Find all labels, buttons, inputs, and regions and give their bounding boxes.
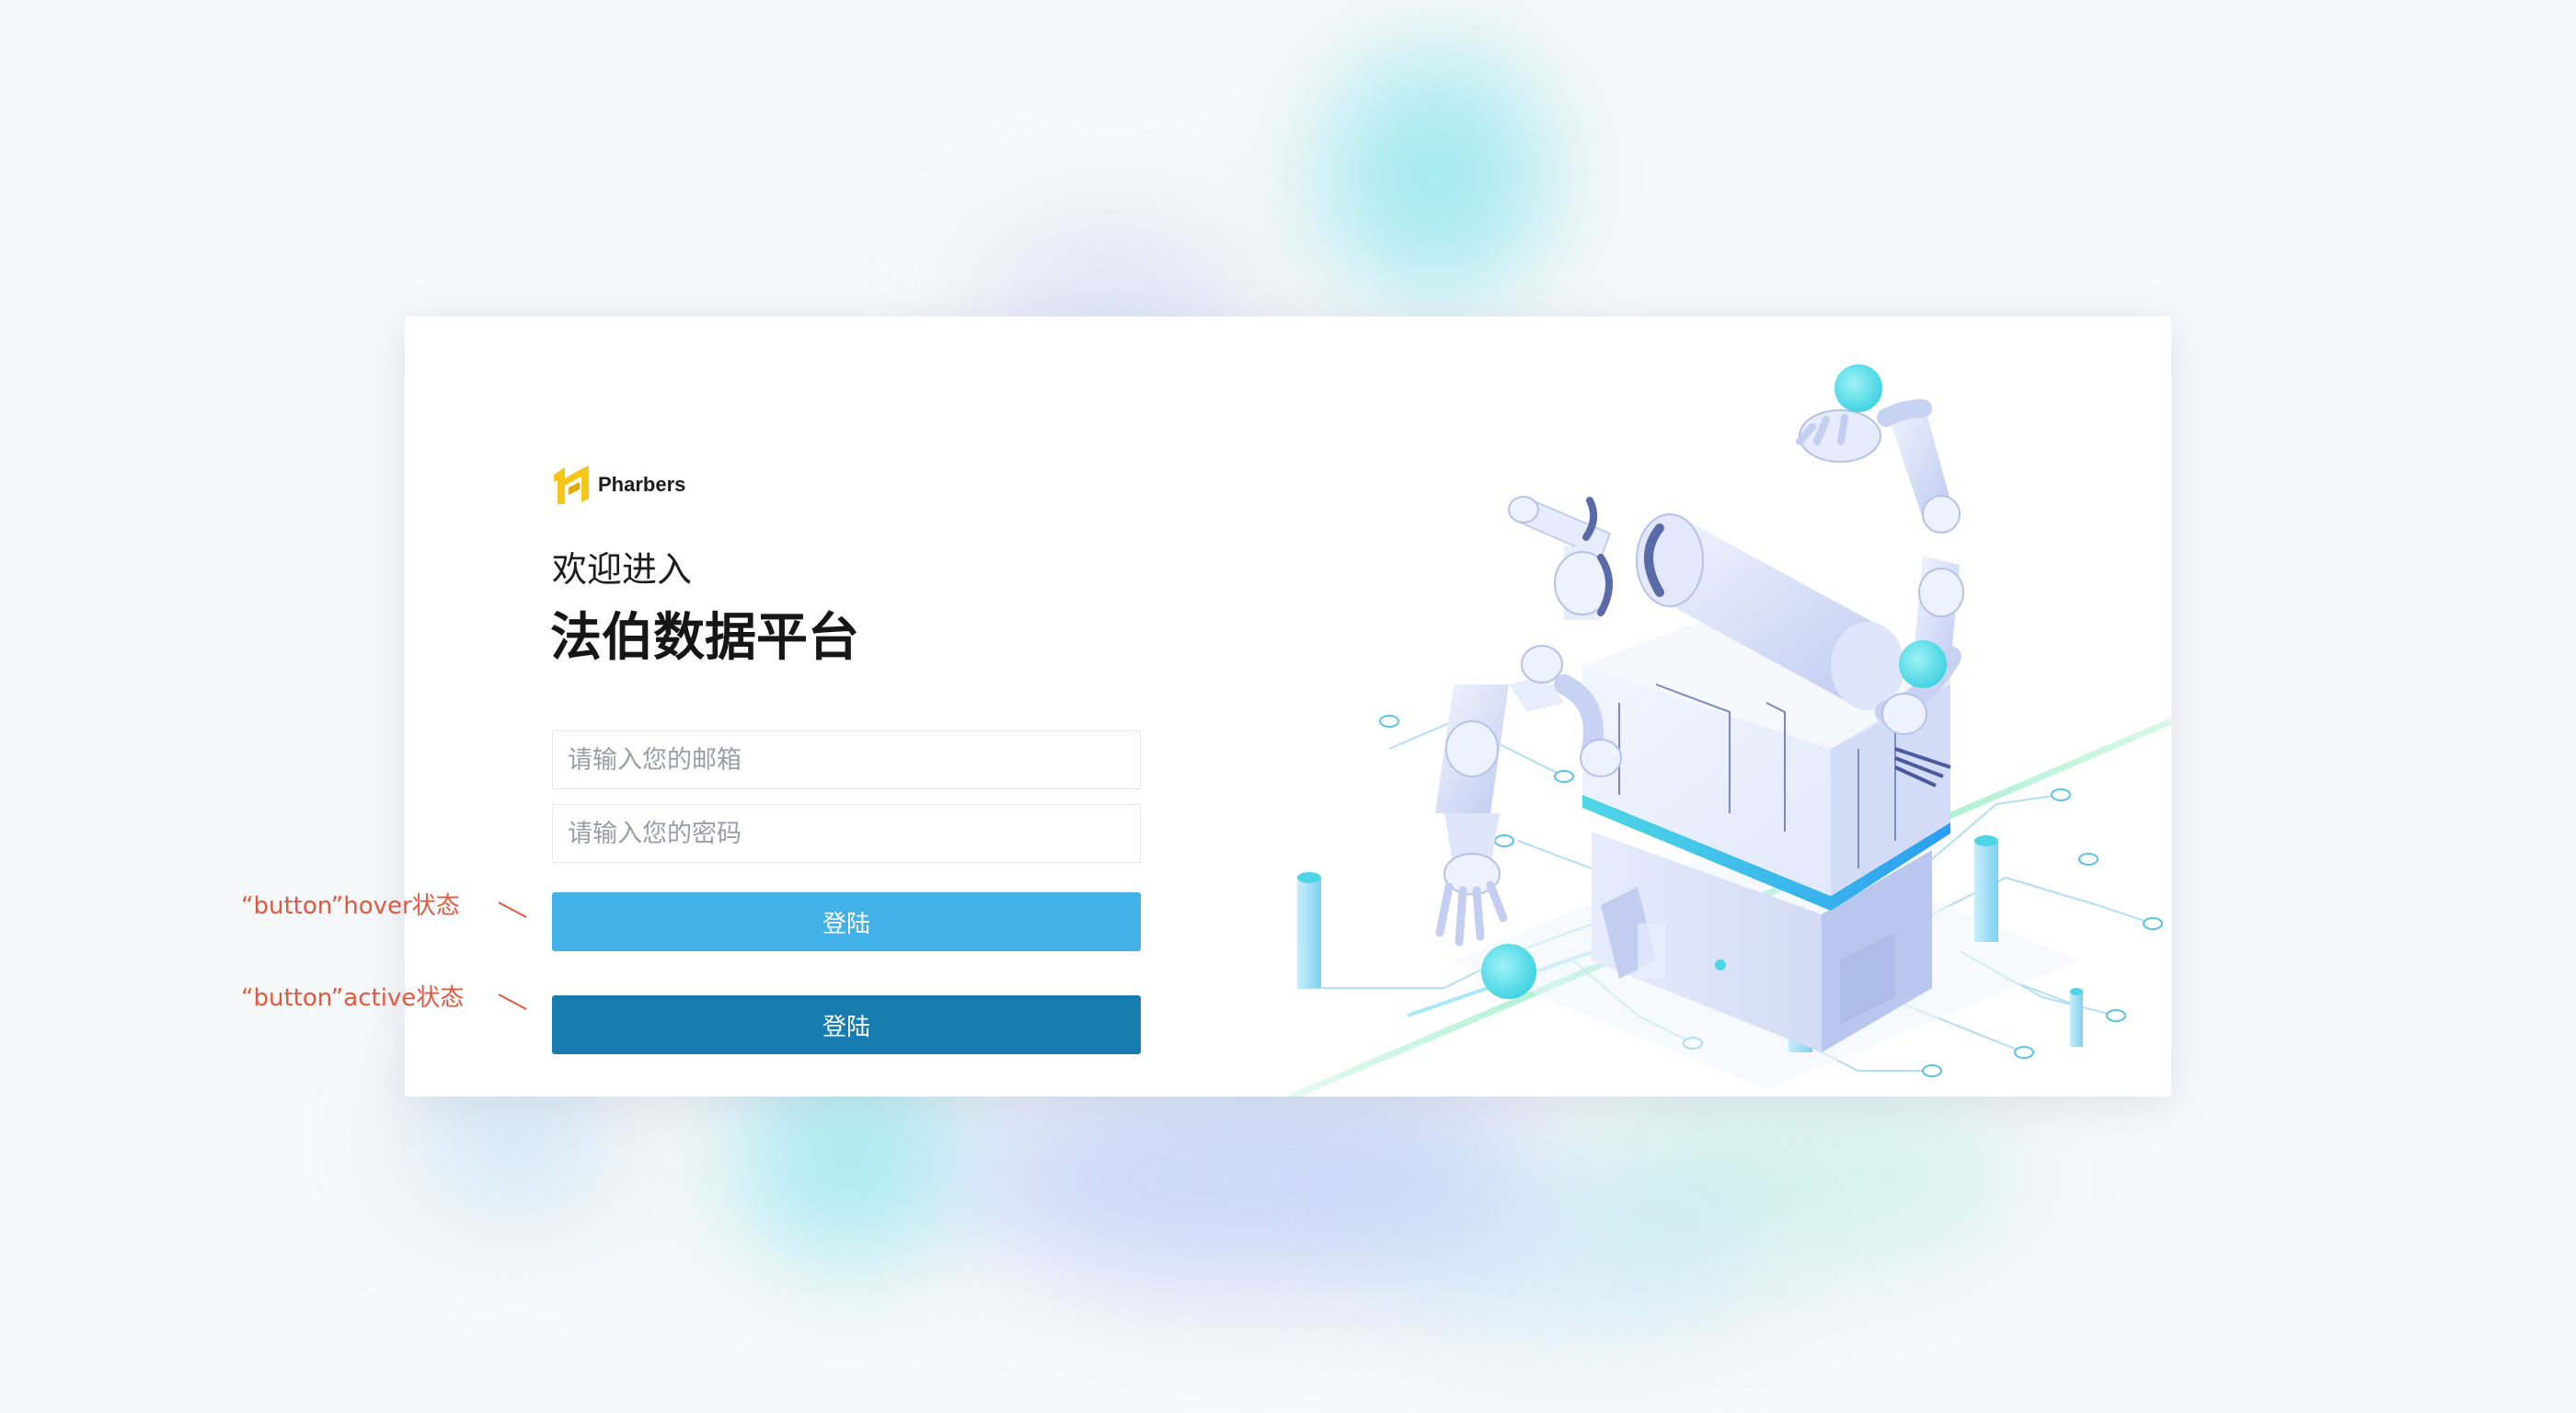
pharbers-logo-icon	[554, 465, 589, 504]
password-field[interactable]	[552, 804, 1141, 863]
brand-logo: Pharbers	[552, 464, 685, 506]
login-button-label: 登陆	[822, 910, 870, 938]
brand-name: Pharbers	[598, 473, 686, 496]
welcome-text: 欢迎进入	[552, 549, 693, 590]
email-field[interactable]	[552, 730, 1141, 789]
page-title: 法伯数据平台	[550, 608, 859, 668]
robot-illustration	[1288, 364, 2171, 1097]
login-button-label: 登陆	[822, 1013, 870, 1041]
login-button-active[interactable]: 登陆	[552, 995, 1141, 1054]
login-card: Pharbers 欢迎进入 法伯数据平台 登陆 登陆	[405, 316, 2171, 1097]
background-glow	[1325, 55, 1546, 294]
active-state-annotation: “button”active状态	[241, 984, 465, 1012]
hover-state-annotation: “button”hover状态	[241, 892, 460, 920]
background-glow	[1380, 1178, 1766, 1343]
login-button-hover[interactable]: 登陆	[552, 892, 1141, 951]
